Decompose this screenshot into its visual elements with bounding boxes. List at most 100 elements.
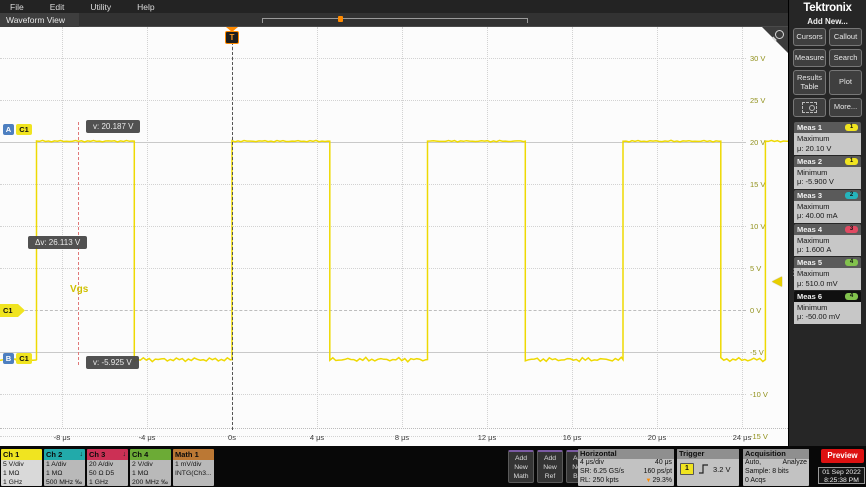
measurement-stat: Maximum	[797, 134, 858, 143]
measurement-source-badge: 4	[845, 259, 858, 266]
channel-name: Ch 1	[3, 449, 19, 460]
measurement-badge[interactable]: Meas 3 2 Maximumμ: 40.00 mA	[794, 190, 861, 223]
channel-setting: 1 A/div	[46, 461, 83, 470]
channel-setting: 500 MHz ‰	[46, 479, 83, 486]
channel-setting: 5 V/div	[3, 461, 40, 470]
side-button-search[interactable]: Search	[829, 49, 862, 67]
record-trigger-position-icon[interactable]	[338, 16, 343, 22]
record-view-scrollbar[interactable]	[262, 18, 528, 25]
cursor-a-channel-badge[interactable]: C1	[16, 124, 32, 135]
measurement-badge[interactable]: Meas 21Minimumμ: -5.900 V	[794, 156, 861, 189]
measurement-badge[interactable]: Meas 54Maximumμ: 510.0 mV	[794, 257, 861, 290]
measurement-name: Meas 4	[797, 225, 822, 234]
channel-badge-ch3[interactable]: Ch 3 ↓20 A/div50 Ω D51 GHz	[87, 449, 128, 486]
trigger-panel[interactable]: Trigger 1 3.2 V	[677, 449, 739, 486]
trigger-position-line[interactable]	[232, 42, 233, 430]
settings-bar: Ch 15 V/div1 MΩ1 GHzCh 2↓1 A/div1 MΩ500 …	[0, 446, 866, 487]
horizontal-setting: 160 ps/pt	[644, 468, 672, 477]
cursor-b-badge[interactable]: B	[3, 353, 14, 364]
channel-setting: 200 MHz ‰	[132, 479, 169, 486]
trigger-panel-title: Trigger	[677, 449, 739, 459]
measurement-source-badge: 2	[845, 192, 858, 199]
side-button-measure[interactable]: Measure	[793, 49, 826, 67]
preview-button[interactable]: Preview	[821, 449, 864, 463]
cursor-b-channel-badge[interactable]: C1	[16, 353, 32, 364]
tektronix-logo: Tektronix	[789, 2, 866, 14]
measurement-stat: Maximum	[797, 236, 858, 245]
channel-badge-ch1[interactable]: Ch 15 V/div1 MΩ1 GHz	[1, 449, 42, 486]
channel-name: Ch 4	[132, 449, 148, 460]
horizontal-setting: RL: 250 kpts	[580, 477, 619, 486]
acquisition-sample-bits: Sample: 8 bits	[745, 468, 789, 477]
side-button-zoom-region[interactable]	[793, 98, 826, 117]
measurement-name: Meas 3	[797, 191, 822, 200]
channel-setting: 50 Ω D5	[89, 470, 126, 479]
channel-badge-ch4[interactable]: Ch 42 V/div1 MΩ200 MHz ‰	[130, 449, 171, 486]
panel-resize-grip[interactable]: ⋮⋮	[789, 270, 803, 275]
acquisition-mode: Auto,	[745, 459, 761, 468]
side-button-plot[interactable]: Plot	[829, 70, 862, 95]
measurement-value: μ: 40.00 mA	[797, 211, 858, 220]
measurement-source-badge: 3	[845, 226, 858, 233]
scale-down-arrow-icon: ↓	[123, 449, 127, 460]
measurement-name: Meas 2	[797, 157, 822, 166]
trigger-level-arrow-icon[interactable]: ◀	[772, 273, 782, 289]
side-button-callout[interactable]: Callout	[829, 28, 862, 46]
side-button-more-[interactable]: More...	[829, 98, 862, 117]
add-new-math-button[interactable]: AddNewMath	[508, 450, 534, 483]
measurement-badge[interactable]: Meas 4 3 Maximumμ: 1.600 A	[794, 224, 861, 257]
measurement-stat: Maximum	[797, 269, 858, 278]
cursor-a-badge[interactable]: A	[3, 124, 14, 135]
cursor-b-readout: v: -5.925 V	[86, 356, 139, 369]
measurement-badge-list: Meas 11Maximumμ: 20.10 VMeas 21Minimumμ:…	[789, 122, 866, 324]
time: 8:25:38 PM	[819, 477, 864, 485]
menu-item-utility[interactable]: Utility	[90, 2, 111, 12]
tab-bar: Waveform View	[0, 13, 788, 27]
scale-down-arrow-icon: ↓	[80, 449, 84, 460]
magnifier-icon	[775, 30, 784, 39]
measurement-source-badge: 4	[845, 293, 858, 300]
channel-setting: INTG(Ch3...	[175, 470, 212, 479]
measurement-name: Meas 1	[797, 123, 822, 132]
measurement-name: Meas 6	[797, 292, 822, 301]
side-button-results-table[interactable]: Results Table	[793, 70, 826, 95]
cursor-delta-readout: Δv: 26.113 V	[28, 236, 87, 249]
horizontal-setting: 4 μs/div	[580, 459, 604, 468]
ch1-waveform[interactable]	[0, 27, 788, 446]
channel-name: Ch 3	[89, 449, 105, 460]
horizontal-setting: SR: 6.25 GS/s	[580, 468, 624, 477]
channel-setting: 1 GHz	[3, 479, 40, 486]
channel-badge-math1[interactable]: Math 11 mV/divINTG(Ch3...	[173, 449, 214, 486]
cursor-a-readout: v: 20.187 V	[86, 120, 140, 133]
measurement-badge[interactable]: Meas 11Maximumμ: 20.10 V	[794, 122, 861, 155]
tab-waveform-view[interactable]: Waveform View	[0, 13, 79, 27]
date: 01 Sep 2022	[819, 469, 864, 477]
acquisition-panel[interactable]: Acquisition Auto,Analyze Sample: 8 bits …	[743, 449, 809, 486]
trigger-source-badge: 1	[680, 463, 694, 475]
waveform-plot[interactable]: 30 V25 V20 V15 V10 V5 V0 V-5 V-10 V-15 V…	[0, 27, 788, 446]
measurement-value: μ: -50.00 mV	[797, 312, 858, 321]
menu-item-help[interactable]: Help	[137, 2, 154, 12]
channel-setting: 20 A/div	[89, 461, 126, 470]
measurement-value: μ: 1.600 A	[797, 245, 858, 254]
trigger-level-value: 3.2 V	[713, 465, 731, 474]
acquisition-panel-title: Acquisition	[743, 449, 809, 459]
menu-item-edit[interactable]: Edit	[50, 2, 65, 12]
measurement-source-badge: 1	[845, 158, 858, 165]
channel-setting: 1 MΩ	[3, 470, 40, 479]
trigger-flag[interactable]: T	[225, 31, 239, 44]
zoom-region-icon	[802, 102, 817, 113]
add-new-ref-button[interactable]: AddNewRef	[537, 450, 563, 483]
trigger-position-icon: ▼	[646, 478, 652, 484]
menu-item-file[interactable]: File	[10, 2, 24, 12]
channel-badge-ch2[interactable]: Ch 2↓1 A/div1 MΩ500 MHz ‰	[44, 449, 85, 486]
measurement-value: μ: 20.10 V	[797, 144, 858, 153]
measurement-stat: Maximum	[797, 202, 858, 211]
waveform-label: Vgs	[70, 284, 88, 295]
add-new-label: Add New...	[789, 17, 866, 26]
menu-bar: File Edit Utility Help	[0, 0, 788, 13]
measurement-badge[interactable]: Meas 64Minimumμ: -50.00 mV	[794, 291, 861, 324]
channel-setting: 1 GHz	[89, 479, 126, 486]
horizontal-panel[interactable]: Horizontal 4 μs/div40 μsSR: 6.25 GS/s160…	[578, 449, 674, 486]
side-button-cursors[interactable]: Cursors	[793, 28, 826, 46]
